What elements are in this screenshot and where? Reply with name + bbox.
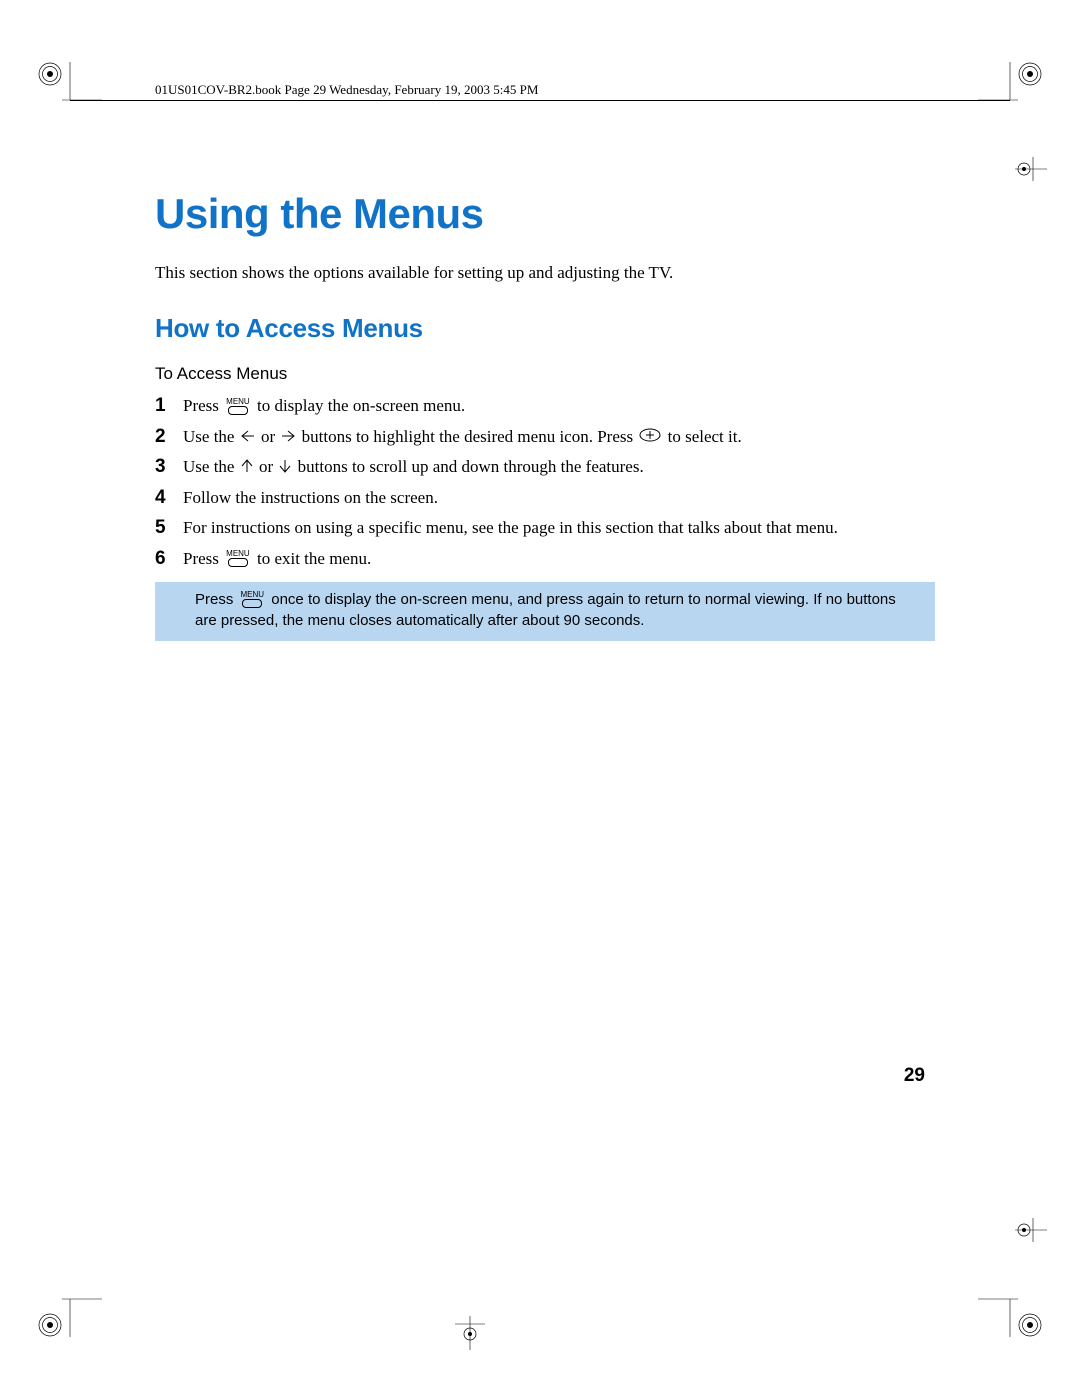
step-text: Follow the instructions on the screen. <box>183 486 438 511</box>
crop-mark-short-icon <box>1007 1218 1047 1242</box>
menu-button-icon: MENU <box>226 550 250 567</box>
down-arrow-icon <box>279 456 291 481</box>
step-text: Press MENU to display the on-screen menu… <box>183 394 465 419</box>
crop-mark-target-icon <box>38 62 62 86</box>
up-arrow-icon <box>241 456 253 481</box>
step-item: 2 Use the or buttons to highlight the de… <box>155 423 935 451</box>
step-text: For instructions on using a specific men… <box>183 516 838 541</box>
step-number: 6 <box>155 545 183 573</box>
crop-mark-lines <box>62 1297 102 1337</box>
page-title: Using the Menus <box>155 190 935 238</box>
step-item: 5 For instructions on using a specific m… <box>155 514 935 542</box>
section-title: How to Access Menus <box>155 313 935 344</box>
step-text: Use the or buttons to scroll up and down… <box>183 455 644 480</box>
crop-mark-lines <box>978 62 1018 102</box>
step-number: 1 <box>155 392 183 420</box>
crop-mark-target-icon <box>1018 62 1042 86</box>
header-metadata: 01US01COV-BR2.book Page 29 Wednesday, Fe… <box>155 82 538 98</box>
crop-mark-lines <box>62 62 102 102</box>
crop-mark-short-icon <box>1007 157 1047 181</box>
step-number: 2 <box>155 423 183 451</box>
step-number: 5 <box>155 514 183 542</box>
crop-mark-target-icon <box>38 1313 62 1337</box>
crop-mark-lines <box>978 1297 1018 1337</box>
step-item: 3 Use the or buttons to scroll up and do… <box>155 453 935 481</box>
step-text: Press MENU to exit the menu. <box>183 547 371 572</box>
select-plus-icon <box>639 425 661 450</box>
subsection-heading: To Access Menus <box>155 364 935 384</box>
left-arrow-icon <box>241 425 255 450</box>
step-item: 6 Press MENU to exit the menu. <box>155 545 935 573</box>
note-callout: Press MENU once to display the on-screen… <box>155 582 935 641</box>
step-text: Use the or buttons to highlight the desi… <box>183 425 742 450</box>
step-item: 4 Follow the instructions on the screen. <box>155 484 935 512</box>
intro-text: This section shows the options available… <box>155 263 935 283</box>
menu-button-icon: MENU <box>241 591 265 608</box>
step-number: 4 <box>155 484 183 512</box>
menu-button-icon: MENU <box>226 398 250 415</box>
page-number: 29 <box>904 1065 925 1087</box>
step-number: 3 <box>155 453 183 481</box>
step-item: 1 Press MENU to display the on-screen me… <box>155 392 935 420</box>
crop-mark-center-icon <box>455 1306 485 1350</box>
crop-mark-target-icon <box>1018 1313 1042 1337</box>
right-arrow-icon <box>281 425 295 450</box>
steps-list: 1 Press MENU to display the on-screen me… <box>155 392 935 572</box>
header-rule <box>70 100 1010 101</box>
